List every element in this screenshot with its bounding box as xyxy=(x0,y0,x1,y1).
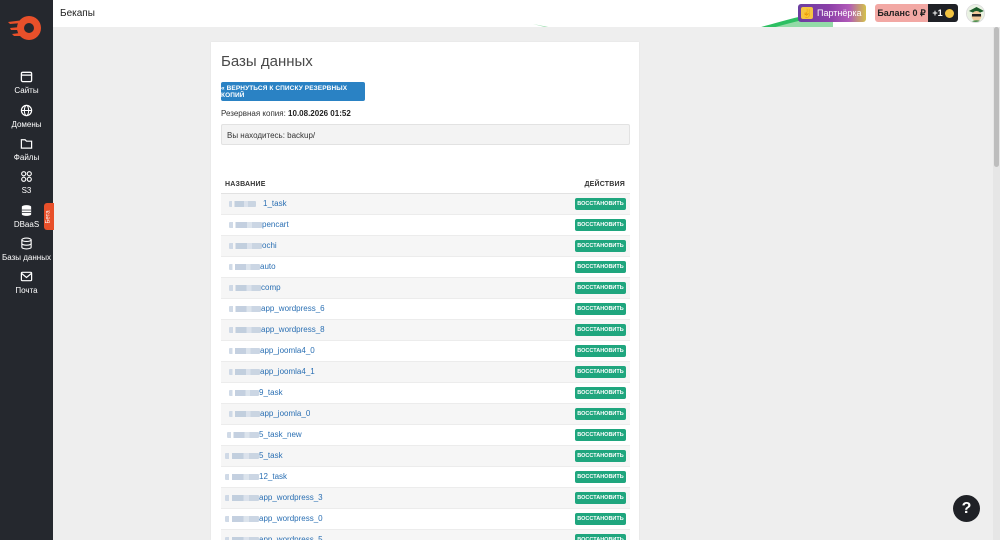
table-row: app_wordpress_6 ВОССТАНОВИТЬ xyxy=(221,299,630,320)
restore-button[interactable]: ВОССТАНОВИТЬ xyxy=(575,303,626,315)
page-scrollbar-thumb[interactable] xyxy=(994,27,999,167)
database-link[interactable]: app_joomla4_1 xyxy=(260,367,315,376)
sidebar-item-mail[interactable]: Почта xyxy=(0,270,53,302)
table-row: app_wordpress_5 ВОССТАНОВИТЬ xyxy=(221,530,630,540)
database-link[interactable]: app_wordpress_6 xyxy=(261,304,325,313)
database-link[interactable]: app_joomla4_0 xyxy=(260,346,315,355)
table-row: 1_task ВОССТАНОВИТЬ xyxy=(221,194,630,215)
sidebar-item-label: Почта xyxy=(15,286,38,295)
back-to-backups-button[interactable]: « ВЕРНУТЬСЯ К СПИСКУ РЕЗЕРВНЫХ КОПИЙ xyxy=(221,82,365,101)
backup-card: Базы данных « ВЕРНУТЬСЯ К СПИСКУ РЕЗЕРВН… xyxy=(211,42,639,540)
restore-button[interactable]: ВОССТАНОВИТЬ xyxy=(575,450,626,462)
database-list: 1_task ВОССТАНОВИТЬ pencart ВОССТАНОВИТЬ o… xyxy=(221,194,630,540)
calendar-icon xyxy=(20,71,33,83)
table-row: 5_task_new ВОССТАНОВИТЬ xyxy=(221,425,630,446)
database-link[interactable]: 5_task_new xyxy=(259,430,302,439)
sidebar: Сайты Домены Файлы S3 DBaaS Бета Базы да… xyxy=(0,0,54,540)
table-row: auto ВОССТАНОВИТЬ xyxy=(221,257,630,278)
restore-button[interactable]: ВОССТАНОВИТЬ xyxy=(575,429,626,441)
restore-button[interactable]: ВОССТАНОВИТЬ xyxy=(575,471,626,483)
database-link[interactable]: 1_task xyxy=(263,199,287,208)
logo-icon[interactable] xyxy=(6,10,44,44)
restore-button[interactable]: ВОССТАНОВИТЬ xyxy=(575,345,626,357)
beta-badge: Бета xyxy=(44,203,54,230)
restore-button[interactable]: ВОССТАНОВИТЬ xyxy=(575,366,626,378)
grid-icon xyxy=(21,171,32,182)
balance-badge[interactable]: Баланс 0 ₽ xyxy=(875,4,928,22)
column-header-name: НАЗВАНИЕ xyxy=(225,181,266,188)
sidebar-item-s3[interactable]: S3 xyxy=(0,170,53,202)
database-link[interactable]: 5_task xyxy=(259,451,283,460)
globe-icon xyxy=(20,104,33,117)
restore-button[interactable]: ВОССТАНОВИТЬ xyxy=(575,534,626,540)
sidebar-item-label: Сайты xyxy=(14,86,39,95)
sidebar-item-databases[interactable]: Базы данных xyxy=(0,237,53,269)
table-row: 12_task ВОССТАНОВИТЬ xyxy=(221,467,630,488)
table-row: 5_task ВОССТАНОВИТЬ xyxy=(221,446,630,467)
database-link[interactable]: app_wordpress_0 xyxy=(259,514,323,523)
database-link[interactable]: comp xyxy=(261,283,281,292)
table-row: 9_task ВОССТАНОВИТЬ xyxy=(221,383,630,404)
database-link[interactable]: app_wordpress_5 xyxy=(259,535,323,540)
restore-button[interactable]: ВОССТАНОВИТЬ xyxy=(575,219,626,231)
restore-button[interactable]: ВОССТАНОВИТЬ xyxy=(575,387,626,399)
mail-icon xyxy=(20,271,33,282)
sidebar-item-label: Домены xyxy=(11,120,42,129)
backup-info: Резервная копия: 10.08.2026 01:52 xyxy=(221,109,351,118)
sidebar-item-sites[interactable]: Сайты xyxy=(0,70,53,102)
current-location: Вы находитесь: backup/ xyxy=(221,124,630,145)
partner-button[interactable]: ✌ Партнёрка xyxy=(798,4,866,22)
restore-button[interactable]: ВОССТАНОВИТЬ xyxy=(575,408,626,420)
avatar[interactable] xyxy=(966,4,985,23)
folder-icon xyxy=(20,139,33,149)
decorative-wave xyxy=(533,10,833,27)
help-button[interactable]: ? xyxy=(953,495,980,522)
table-row: app_joomla4_0 ВОССТАНОВИТЬ xyxy=(221,341,630,362)
database-link[interactable]: app_wordpress_3 xyxy=(259,493,323,502)
database-link[interactable]: 12_task xyxy=(259,472,287,481)
restore-button[interactable]: ВОССТАНОВИТЬ xyxy=(575,282,626,294)
coin-icon xyxy=(944,8,954,18)
bonus-badge[interactable]: +1 xyxy=(928,4,958,22)
database-link[interactable]: ochi xyxy=(262,241,277,250)
backup-date: 10.08.2026 01:52 xyxy=(288,109,351,118)
table-row: comp ВОССТАНОВИТЬ xyxy=(221,278,630,299)
restore-button[interactable]: ВОССТАНОВИТЬ xyxy=(575,240,626,252)
database-link[interactable]: app_wordpress_8 xyxy=(261,325,325,334)
table-row: app_joomla4_1 ВОССТАНОВИТЬ xyxy=(221,362,630,383)
restore-button[interactable]: ВОССТАНОВИТЬ xyxy=(575,261,626,273)
table-row: pencart ВОССТАНОВИТЬ xyxy=(221,215,630,236)
table-row: app_wordpress_0 ВОССТАНОВИТЬ xyxy=(221,509,630,530)
page-title: Бекапы xyxy=(60,8,95,19)
database-link[interactable]: 9_task xyxy=(259,388,283,397)
database-icon xyxy=(21,237,32,250)
sidebar-item-label: Файлы xyxy=(13,153,40,162)
restore-button[interactable]: ВОССТАНОВИТЬ xyxy=(575,324,626,336)
sidebar-item-label: DBaaS xyxy=(13,220,40,229)
table-row: app_wordpress_3 ВОССТАНОВИТЬ xyxy=(221,488,630,509)
database-icon xyxy=(21,205,32,216)
sidebar-item-domains[interactable]: Домены xyxy=(0,104,53,136)
column-header-actions: ДЕЙСТВИЯ xyxy=(584,181,625,188)
table-row: app_joomla_0 ВОССТАНОВИТЬ xyxy=(221,404,630,425)
restore-button[interactable]: ВОССТАНОВИТЬ xyxy=(575,513,626,525)
database-link[interactable]: pencart xyxy=(262,220,289,229)
sidebar-item-files[interactable]: Файлы xyxy=(0,137,53,169)
database-link[interactable]: app_joomla_0 xyxy=(260,409,310,418)
sidebar-item-label: Базы данных xyxy=(2,253,51,262)
restore-button[interactable]: ВОССТАНОВИТЬ xyxy=(575,198,626,210)
topbar: Бекапы ✌ Партнёрка Баланс 0 ₽ +1 xyxy=(53,0,1000,27)
database-link[interactable]: auto xyxy=(260,262,276,271)
restore-button[interactable]: ВОССТАНОВИТЬ xyxy=(575,492,626,504)
table-row: ochi ВОССТАНОВИТЬ xyxy=(221,236,630,257)
card-title: Базы данных xyxy=(221,53,313,70)
sidebar-item-label: S3 xyxy=(21,186,32,195)
rock-hand-icon: ✌ xyxy=(801,7,813,19)
table-row: app_wordpress_8 ВОССТАНОВИТЬ xyxy=(221,320,630,341)
